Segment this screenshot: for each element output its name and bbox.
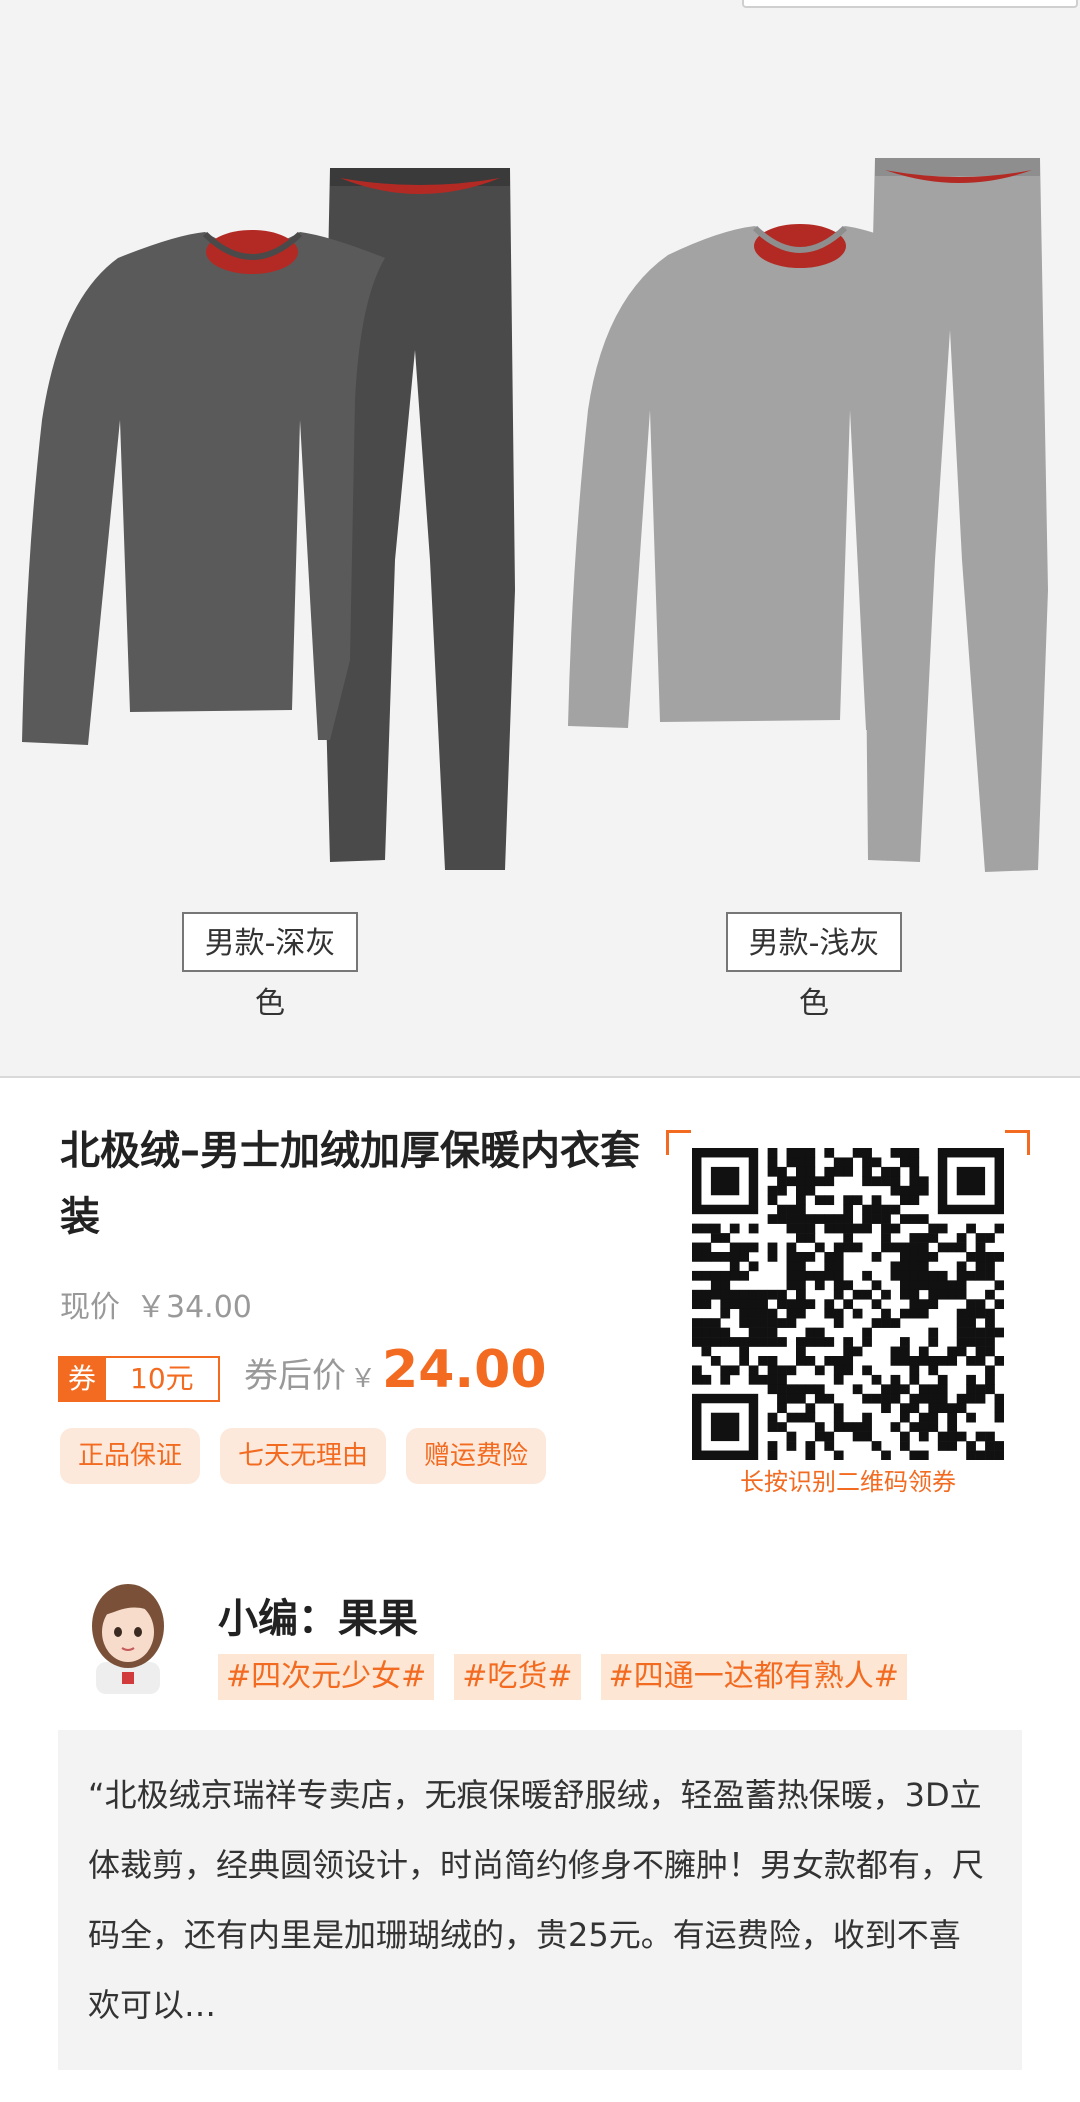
current-price-label: 现价 — [60, 1290, 120, 1325]
badge-authentic: 正品保证 — [60, 1428, 201, 1484]
variant-label-light[interactable]: 男款-浅灰色 — [726, 912, 902, 1021]
qr-code-icon[interactable] — [692, 1148, 1004, 1460]
badge-shipping-insurance: 赠运费险 — [406, 1428, 547, 1484]
product-image[interactable]: 男款-深灰色 男款-浅灰色 — [0, 0, 1080, 1078]
service-badges: 正品保证 七天无理由 赠运费险 — [60, 1428, 547, 1484]
editor-tag: #吃货# — [454, 1654, 581, 1700]
qr-caption: 长按识别二维码领券 — [666, 1462, 1030, 1497]
current-price: 现价 ￥34.00 — [60, 1282, 252, 1326]
current-price-value: ￥34.00 — [136, 1290, 252, 1325]
thermal-wear-illustration — [22, 158, 1048, 872]
editor-tag: #四通一达都有熟人# — [600, 1654, 907, 1700]
light-shirt — [568, 226, 930, 730]
qr-caption-text: 长按识别二维码领券 — [730, 1468, 966, 1496]
editor-tag: #四次元少女# — [218, 1654, 435, 1700]
after-coupon-price: 券后价 ￥ 24.00 — [244, 1340, 547, 1400]
variant-label-dark[interactable]: 男款-深灰色 — [182, 912, 358, 1021]
dark-shirt — [22, 232, 385, 745]
product-title: 北极绒–男士加绒加厚保暖内衣套装 — [60, 1128, 640, 1240]
coupon-badge[interactable]: 券 10元 — [58, 1356, 220, 1402]
qr-corner-tr — [1005, 1130, 1030, 1155]
light-shirt-lining — [754, 224, 846, 268]
editor-tags: #四次元少女# #吃货# #四通一达都有熟人# — [218, 1654, 907, 1700]
after-coupon-label: 券后价 — [244, 1356, 346, 1396]
after-coupon-currency: ￥ — [350, 1364, 377, 1394]
editor-name: 小编：果果 — [218, 1596, 418, 1642]
coupon-amount: 10元 — [106, 1356, 220, 1402]
coupon-tag: 券 — [58, 1356, 106, 1402]
dark-shirt-lining — [206, 230, 298, 274]
after-coupon-value: 24.00 — [382, 1340, 547, 1400]
badge-seven-day-return: 七天无理由 — [220, 1428, 387, 1484]
qr-code-block[interactable] — [666, 1130, 1030, 1482]
editor-avatar-icon — [92, 1584, 164, 1694]
editor-quote: “北极绒京瑞祥专卖店，无痕保暖舒服绒，轻盈蓄热保暖，3D立体裁剪，经典圆领设计，… — [58, 1730, 1022, 2070]
qr-corner-tl — [666, 1130, 691, 1155]
